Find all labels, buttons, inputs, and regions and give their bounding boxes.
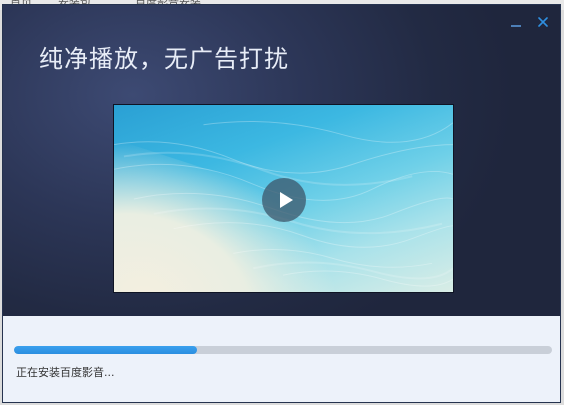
minimize-icon (511, 25, 521, 27)
play-button[interactable] (262, 178, 306, 222)
install-footer: 正在安装百度影音... (3, 316, 560, 402)
hero-panel: 纯净播放，无广告打扰 (3, 5, 560, 316)
install-progress-fill (14, 346, 197, 354)
install-status-text: 正在安装百度影音... (16, 366, 115, 379)
headline: 纯净播放，无广告打扰 (39, 45, 289, 73)
minimize-button[interactable] (507, 13, 525, 31)
installer-window: 纯净播放，无广告打扰 正在安装百度影音... (2, 4, 561, 403)
video-preview (113, 104, 454, 293)
close-icon (538, 17, 548, 27)
close-button[interactable] (534, 13, 552, 31)
play-icon (280, 192, 293, 208)
install-progress-bar (14, 346, 552, 354)
